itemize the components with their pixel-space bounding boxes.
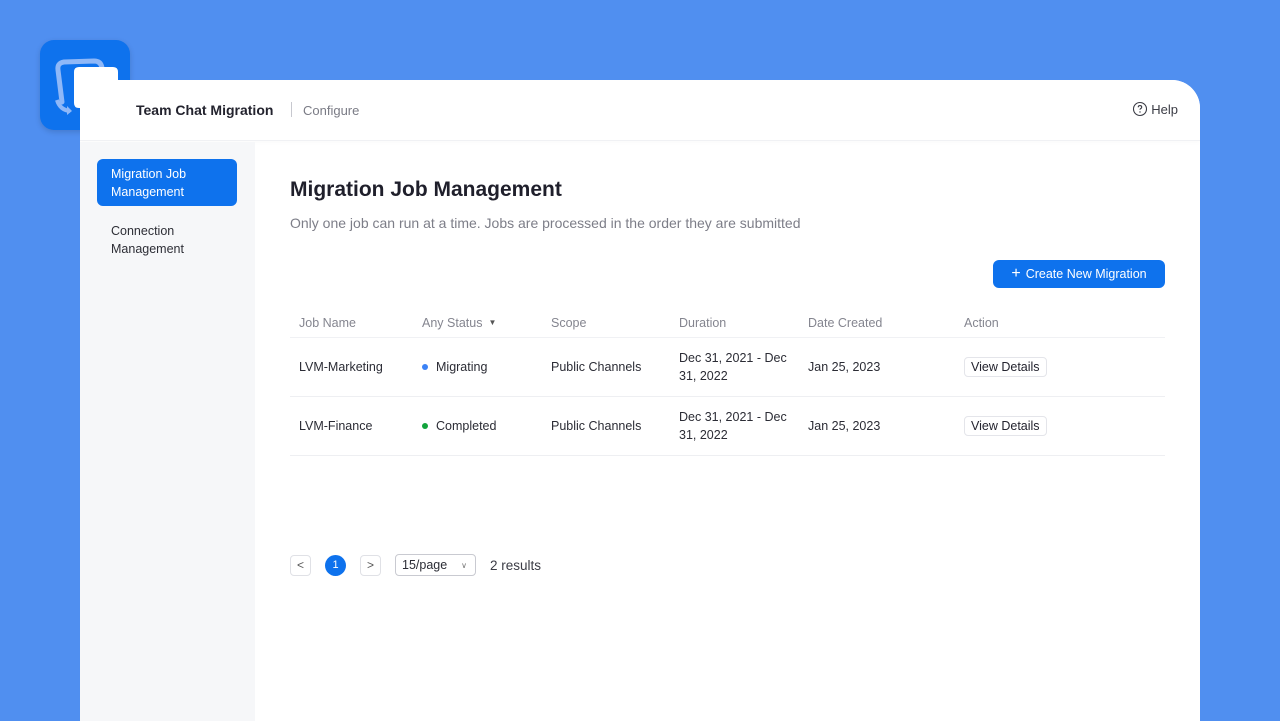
plus-icon: + [1011,265,1021,282]
status-badge: Completed [419,417,548,435]
view-details-button[interactable]: View Details [964,357,1047,377]
column-header-job-name: Job Name [299,315,356,330]
status-label: Migrating [436,360,488,374]
help-circle-icon [1133,101,1148,117]
create-new-migration-button[interactable]: + Create New Migration [993,260,1165,288]
date-created: Jan 25, 2023 [808,419,881,433]
prev-page-button[interactable]: < [290,554,311,576]
page-1-button[interactable]: 1 [325,554,346,576]
jobs-table: Job Name Any Status ▼ Scope Duration Dat… [290,308,1165,456]
chevron-left-icon: < [296,558,304,572]
breadcrumb-configure[interactable]: Configure [303,103,359,118]
table-row: LVM-Finance Completed Public Channels De… [290,397,1165,456]
status-dot-icon [422,364,428,370]
page-subtitle: Only one job can run at a time. Jobs are… [290,215,801,231]
title-divider [291,102,292,117]
column-header-action: Action [964,315,999,330]
sidebar-item-connection-management[interactable]: Connection Management [97,216,237,264]
caret-down-icon: ▼ [488,318,497,327]
duration: Dec 31, 2021 - Dec 31, 2022 [679,410,787,442]
help-label: Help [1151,101,1178,117]
top-bar: Team Chat Migration Configure Help [80,80,1200,141]
sidebar: Migration Job Management Connection Mana… [80,142,255,721]
pagination: < 1 > 15/page ∨ 2 results [290,554,541,576]
next-page-button[interactable]: > [360,554,381,576]
column-header-status: Any Status [422,315,483,330]
status-label: Completed [436,419,497,433]
table-header: Job Name Any Status ▼ Scope Duration Dat… [290,308,1165,338]
chevron-right-icon: > [366,558,374,572]
status-badge: Migrating [419,358,548,376]
sidebar-item-migration-job-management[interactable]: Migration Job Management [97,159,237,206]
action-cell: View Details [964,416,1165,436]
job-name: LVM-Marketing [299,360,383,374]
status-dot-icon [422,423,428,429]
column-header-scope: Scope [551,315,587,330]
results-count: 2 results [490,557,542,573]
page-size-value: 15/page [402,558,448,572]
table-row: LVM-Marketing Migrating Public Channels … [290,338,1165,397]
create-button-label: Create New Migration [1025,267,1147,281]
chevron-down-icon: ∨ [461,560,467,570]
status-filter-dropdown[interactable]: Any Status ▼ [419,316,548,330]
view-details-button[interactable]: View Details [964,416,1047,436]
app-window: Team Chat Migration Configure Help Migra… [80,80,1200,721]
main-content: Migration Job Management Only one job ca… [255,142,1200,721]
column-header-date-created: Date Created [808,315,883,330]
date-created: Jan 25, 2023 [808,360,881,374]
column-header-duration: Duration [679,315,727,330]
duration: Dec 31, 2021 - Dec 31, 2022 [679,351,787,383]
scope: Public Channels [551,360,642,374]
scope: Public Channels [551,419,642,433]
help-link[interactable]: Help [1132,101,1178,117]
page-title: Migration Job Management [290,178,562,201]
page-size-select[interactable]: 15/page ∨ [395,554,476,576]
action-cell: View Details [964,357,1165,377]
job-name: LVM-Finance [299,419,373,433]
app-title: Team Chat Migration [136,102,274,118]
